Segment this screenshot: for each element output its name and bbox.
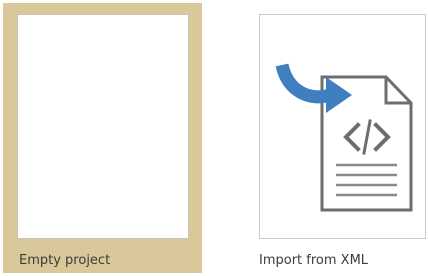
template-gallery: Empty project Import from XML <box>0 0 428 276</box>
empty-project-tile[interactable]: Empty project <box>3 3 202 273</box>
import-from-xml-label: Import from XML <box>259 253 369 268</box>
import-xml-thumbnail <box>259 14 426 239</box>
empty-project-label: Empty project <box>19 253 111 268</box>
import-xml-icon <box>275 63 413 212</box>
blank-page-icon <box>17 14 189 239</box>
import-from-xml-tile[interactable]: Import from XML <box>244 3 428 273</box>
